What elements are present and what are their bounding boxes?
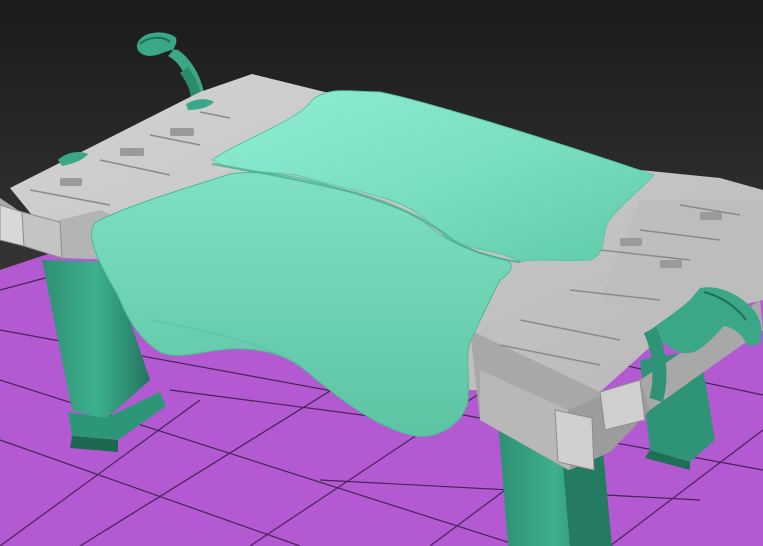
viewport-render[interactable] (0, 0, 763, 546)
3d-viewport[interactable] (0, 0, 763, 546)
